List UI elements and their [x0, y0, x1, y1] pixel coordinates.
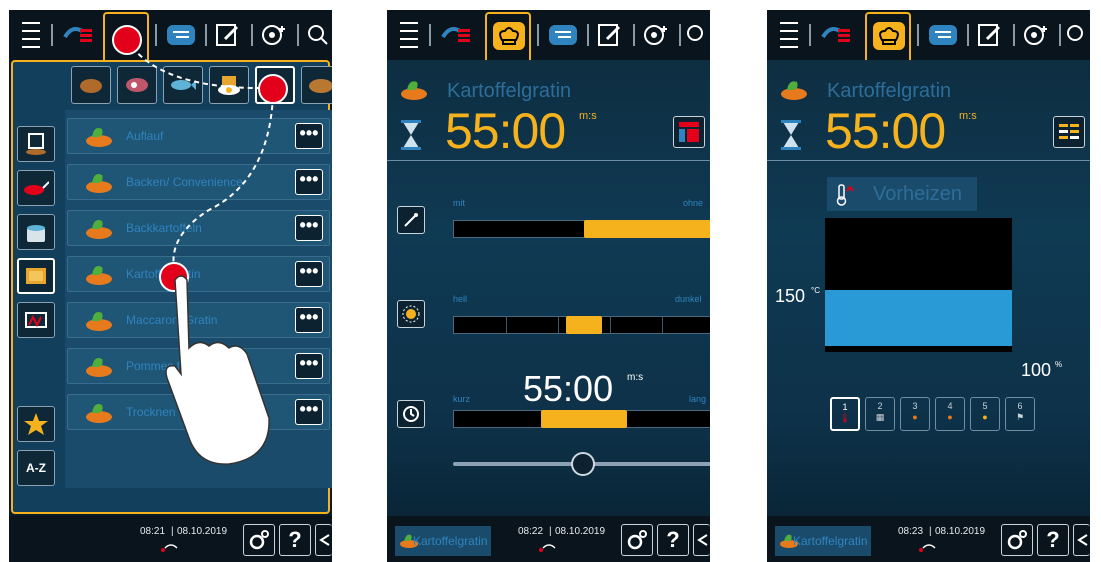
bottom-bar: Kartoffelgratin 08:23 | 08.10.2019 ? — [767, 516, 1090, 562]
preheat-chip[interactable]: Vorheizen — [827, 177, 977, 211]
top-bar — [767, 10, 1090, 60]
phase-5-button[interactable]: 5 ● — [970, 397, 1000, 431]
chef-hat-icon — [493, 22, 525, 50]
search-icon[interactable] — [1065, 17, 1089, 53]
smart-icon[interactable] — [641, 17, 671, 53]
slider-browning-level[interactable] — [453, 316, 710, 334]
cooking-time[interactable]: 55:00 — [825, 102, 946, 160]
panel-recipe-detail: Kartoffelgratin 55:00 m:s mit ohne hell … — [387, 10, 710, 562]
humidity-bar — [825, 290, 1012, 346]
clock-date: 08.10.2019 — [177, 526, 228, 537]
slider-knob[interactable] — [566, 316, 602, 334]
current-recipe-chip[interactable]: Kartoffelgratin — [775, 526, 871, 556]
settings-button[interactable] — [1001, 524, 1033, 556]
gear-icon — [1007, 530, 1027, 550]
back-button[interactable] — [1073, 524, 1090, 556]
wifi-icon — [539, 544, 556, 552]
vegetable-icon — [401, 81, 427, 100]
current-recipe-chip[interactable]: Kartoffelgratin — [395, 526, 491, 556]
slider-browning[interactable] — [453, 220, 710, 238]
browning-level-icon[interactable] — [397, 300, 425, 328]
settings-button[interactable] — [621, 524, 653, 556]
thermometer-icon — [836, 184, 854, 206]
slider-fill — [584, 220, 710, 238]
smart-icon[interactable] — [1021, 17, 1051, 53]
settings-button[interactable] — [243, 524, 275, 556]
view-toggle-button[interactable] — [673, 116, 705, 148]
phase-list-icon — [1059, 124, 1079, 139]
intelligent-cooking-icon[interactable] — [819, 17, 855, 53]
help-button[interactable]: ? — [1037, 524, 1069, 556]
recipe-title: Kartoffelgratin — [447, 80, 572, 102]
panel-recipe-list: A-Z Auflauf ••• Backen/ Convenience ••• … — [9, 10, 332, 562]
back-arrow-icon — [319, 534, 330, 546]
browning-wand-icon[interactable] — [397, 206, 425, 234]
gear-icon — [627, 530, 647, 550]
phase-3-button[interactable]: 3 ● — [900, 397, 930, 431]
timer-icon[interactable] — [397, 400, 425, 428]
help-button[interactable]: ? — [657, 524, 689, 556]
temperature-value: 150 — [775, 286, 806, 306]
phase-4-button[interactable]: 4 ● — [935, 397, 965, 431]
cooking-time[interactable]: 55:00 — [445, 102, 566, 160]
vegetable-icon — [781, 81, 807, 100]
edit-icon[interactable] — [595, 17, 625, 53]
back-button[interactable] — [315, 524, 332, 556]
chef-hat-icon — [873, 22, 905, 50]
hand-pointer-icon — [165, 275, 270, 465]
phase-1-button[interactable]: 1 🌡 — [830, 397, 860, 431]
fine-adjust-slider[interactable] — [453, 452, 710, 476]
top-bar — [387, 10, 710, 60]
touch-point-icon — [112, 25, 142, 55]
tab-cooking-pathways[interactable] — [865, 12, 911, 60]
wifi-icon — [161, 544, 178, 552]
touch-point-icon — [258, 74, 288, 104]
phase-2-button[interactable]: 2 ▦ — [865, 397, 895, 431]
tab-cooking-pathways[interactable] — [485, 12, 531, 60]
view-toggle-button[interactable] — [1053, 116, 1085, 148]
recipe-title: Kartoffelgratin — [827, 80, 952, 102]
bottom-bar: 08:21 | 08.10.2019 ? — [9, 516, 332, 562]
bottom-bar: Kartoffelgratin 08:22 | 08.10.2019 ? — [387, 516, 710, 562]
back-arrow-icon — [1077, 534, 1088, 546]
menu-icon[interactable] — [397, 17, 421, 53]
slider-knob[interactable] — [541, 410, 627, 428]
slider-handle[interactable] — [571, 452, 595, 476]
back-button[interactable] — [693, 524, 710, 556]
humidity-value: 100 — [1021, 360, 1052, 380]
menu-icon[interactable] — [777, 17, 801, 53]
slider-duration[interactable] — [453, 410, 710, 428]
edit-icon[interactable] — [975, 17, 1005, 53]
phase-6-button[interactable]: 6 ⚑ — [1005, 397, 1035, 431]
search-icon[interactable] — [685, 17, 709, 53]
back-arrow-icon — [697, 534, 708, 546]
help-button[interactable]: ? — [279, 524, 311, 556]
gear-icon — [249, 530, 269, 550]
hourglass-icon — [401, 120, 421, 150]
wifi-icon — [919, 544, 936, 552]
core-time: 55:00 — [523, 368, 614, 409]
hourglass-icon — [781, 120, 801, 150]
program-list-icon[interactable] — [545, 17, 581, 53]
climate-graph[interactable] — [825, 218, 1012, 352]
layout-icon — [679, 122, 699, 142]
panel-cooking-phases: Kartoffelgratin 55:00 m:s Vorheizen 150 … — [767, 10, 1090, 562]
program-list-icon[interactable] — [925, 17, 961, 53]
intelligent-cooking-icon[interactable] — [439, 17, 475, 53]
clock-time: 08:21 — [140, 526, 166, 537]
